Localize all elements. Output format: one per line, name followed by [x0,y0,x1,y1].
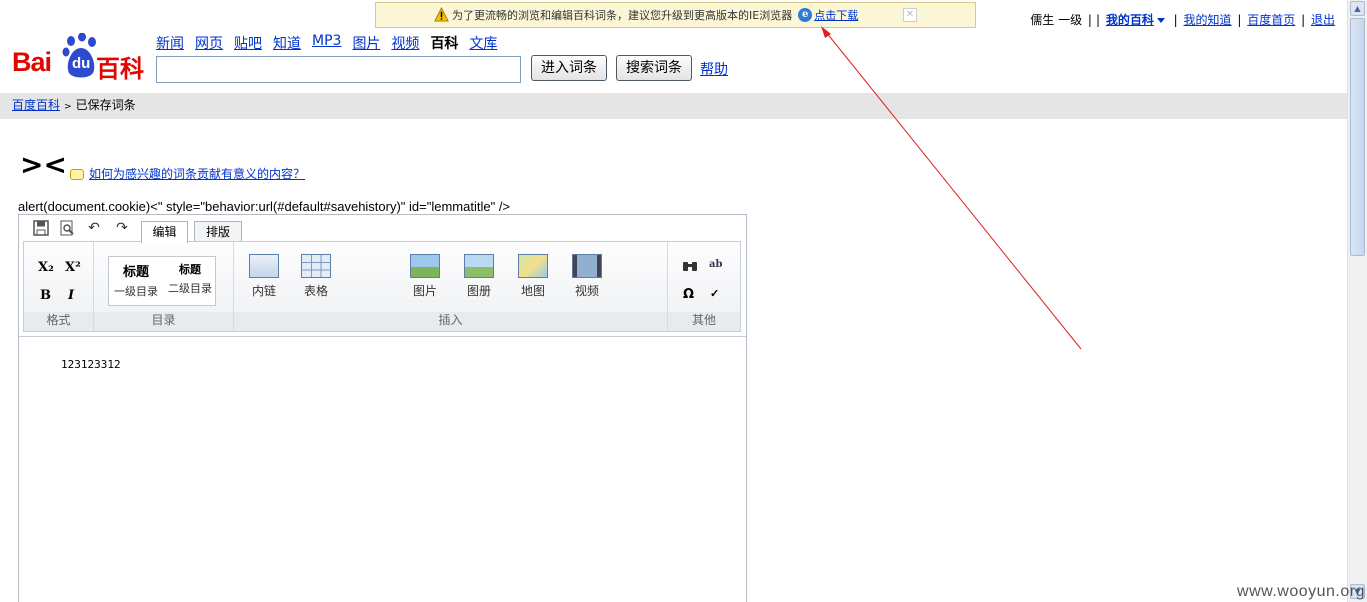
breadcrumb: 百度百科 > 已保存词条 [0,93,1347,119]
baidu-baike-logo[interactable]: Bai du 百科 [12,33,148,83]
my-baike-link[interactable]: 我的百科 [1106,13,1154,27]
other-group-label: 其他 [691,313,716,327]
scroll-up-icon[interactable]: ▲ [1350,1,1365,16]
help-link[interactable]: 帮助 [700,59,728,79]
chevron-right-icon: > [64,102,72,112]
link-icon [249,254,279,278]
preview-icon[interactable] [59,220,75,236]
howto-tip: 如何为感兴趣的词条贡献有意义的内容？ [70,165,305,182]
breadcrumb-root[interactable]: 百度百科 [12,98,60,112]
bold-button[interactable]: B [40,288,51,303]
chevron-down-icon[interactable] [1156,18,1165,23]
video-button[interactable]: 视频 [562,254,612,299]
save-icon[interactable] [33,220,49,236]
toc-group-label: 目录 [151,313,176,327]
nav-item-news[interactable]: 新闻 [156,33,184,53]
italic-button[interactable]: I [68,288,74,303]
undo-icon[interactable]: ↶ [86,220,102,236]
superscript-button[interactable]: X² [65,260,81,275]
film-icon [572,254,602,278]
insert-group-label: 插入 [438,313,463,327]
tab-layout[interactable]: 排版 [194,221,242,242]
replace-icon[interactable]: ab [709,259,722,270]
redo-icon[interactable]: ↷ [114,220,130,236]
page-title: >< [20,148,67,181]
scrollbar-thumb[interactable] [1350,18,1365,256]
image-button[interactable]: 图片 [400,254,450,299]
baidu-home-link[interactable]: 百度首页 [1247,13,1295,27]
table-button[interactable]: 表格 [291,254,341,299]
watermark: www.wooyun.org [1237,583,1365,600]
format-group: X₂ X² B I 格式 [24,242,94,331]
speech-bubble-icon [70,169,84,180]
editor-quick-toolbar: ↶ ↷ 编辑 排版 [19,215,746,243]
vertical-scrollbar[interactable]: ▲ ▼ [1347,0,1367,602]
search-entry-button[interactable]: 搜索词条 [616,55,692,81]
heading2-button[interactable]: 标题 二级目录 [165,261,215,296]
injected-text: alert(document.cookie)<" style="behavior… [18,199,511,214]
rich-text-editor: ↶ ↷ 编辑 排版 X₂ X² B I 格式 标题 一级目录 标题 二级目录 目… [18,214,747,602]
nav-item-video[interactable]: 视频 [391,33,419,53]
my-zhidao-link[interactable]: 我的知道 [1184,13,1232,27]
other-group: ab Ω ✓ 其他 [668,242,740,331]
insert-group: 内链 表格 图片 图册 地图 视频 插入 [234,242,668,331]
enter-entry-button[interactable]: 进入词条 [531,55,607,81]
ie-upgrade-notice: 为了更流畅的浏览和编辑百科词条，建议您升级到更高版本的IE浏览器 e 点击下载 … [375,2,976,28]
nav-item-zhidao[interactable]: 知道 [273,33,301,53]
close-icon[interactable]: ✕ [903,8,917,22]
user-level: 一级 [1058,13,1083,27]
nav-item-wenku[interactable]: 文库 [469,33,497,53]
search-input[interactable] [156,56,521,83]
find-icon[interactable] [682,259,698,277]
breadcrumb-current: 已保存词条 [75,98,136,112]
editor-content[interactable]: 123123312 [61,358,121,371]
notice-text: 为了更流畅的浏览和编辑百科词条，建议您升级到更高版本的IE浏览器 [452,9,793,22]
internal-link-button[interactable]: 内链 [239,254,289,299]
nav-item-images[interactable]: 图片 [352,33,380,53]
username: 儒生 [1030,13,1055,27]
ie-icon: e [798,8,813,22]
format-group-label: 格式 [46,313,71,327]
map-button[interactable]: 地图 [508,254,558,299]
howto-link[interactable]: 如何为感兴趣的词条贡献有意义的内容？ [89,167,305,181]
table-icon [301,254,331,278]
heading1-button[interactable]: 标题 一级目录 [111,261,161,299]
special-char-icon[interactable]: Ω [683,287,694,302]
nav-item-tieba[interactable]: 贴吧 [234,33,262,53]
spellcheck-icon[interactable]: ✓ [710,287,719,300]
warning-icon [434,7,449,22]
nav-item-mp3[interactable]: MP3 [312,33,341,53]
album-icon [464,254,494,278]
album-button[interactable]: 图册 [454,254,504,299]
nav-item-baike: 百科 [430,36,459,52]
map-icon [518,254,548,278]
top-nav: 新闻 网页 贴吧 知道 MP3 图片 视频 百科 文库 [156,33,508,53]
user-bar: 儒生 一级 | | 我的百科 | 我的知道 | 百度首页 | 退出 [1030,13,1335,27]
nav-item-web[interactable]: 网页 [195,33,223,53]
editor-ribbon: X₂ X² B I 格式 标题 一级目录 标题 二级目录 目录 内链 表格 图片… [23,241,741,332]
tab-edit[interactable]: 编辑 [141,221,188,243]
download-link[interactable]: 点击下载 [814,7,858,23]
toc-group: 标题 一级目录 标题 二级目录 目录 [94,242,234,331]
image-icon [410,254,440,278]
logout-link[interactable]: 退出 [1311,13,1335,27]
subscript-button[interactable]: X₂ [38,260,54,275]
